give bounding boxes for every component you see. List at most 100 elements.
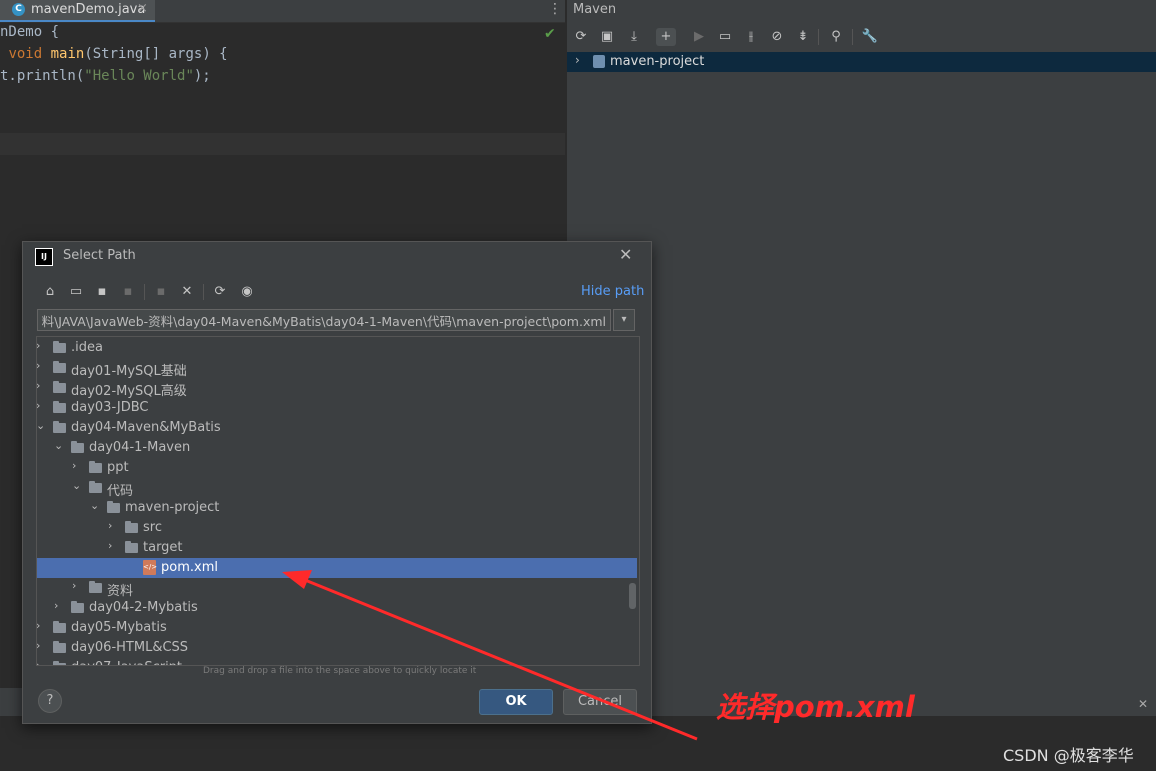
chevron-right-icon[interactable]: ›	[37, 339, 40, 352]
maven-project-label: maven-project	[610, 54, 705, 69]
tree-item-label: day04-1-Maven	[89, 440, 191, 455]
tree-item[interactable]: › ppt	[37, 458, 637, 478]
run-icon[interactable]: ▶	[689, 28, 709, 46]
code-line-2: void main(String[] args) {	[0, 46, 227, 62]
tree-item-label: pom.xml	[161, 560, 218, 575]
code-text: );	[193, 68, 211, 84]
tree-item-label: day06-HTML&CSS	[71, 640, 189, 655]
desktop-icon[interactable]: ▭	[66, 283, 86, 301]
chevron-right-icon[interactable]: ›	[108, 519, 112, 532]
path-field[interactable]	[37, 309, 611, 331]
tree-item[interactable]: › day02-MySQL高级	[37, 378, 637, 399]
current-line-highlight	[0, 133, 565, 155]
chevron-right-icon[interactable]: ›	[37, 639, 40, 652]
tree-item-label: .idea	[71, 340, 103, 355]
tree-item-label: day03-JDBC	[71, 400, 149, 415]
tree-item-label: day07-JavaScript	[71, 660, 182, 665]
analyze-dependencies-icon[interactable]: ⚲	[826, 28, 846, 46]
tree-item[interactable]: › day03-JDBC	[37, 398, 637, 418]
module-folder-icon[interactable]: ▪	[118, 283, 138, 301]
file-tree[interactable]: › .idea › day01-MySQL基础 › day02-MySQL高级 › day03…	[36, 336, 640, 666]
chevron-right-icon[interactable]: ›	[575, 53, 580, 67]
tree-item[interactable]: ⌄ maven-project	[37, 498, 637, 518]
download-icon[interactable]: ⤓	[624, 28, 644, 46]
chevron-right-icon[interactable]: ›	[37, 379, 40, 392]
tree-item[interactable]: › day05-Mybatis	[37, 618, 637, 638]
tree-item[interactable]: › day06-HTML&CSS	[37, 638, 637, 658]
maven-module-icon	[593, 55, 605, 68]
toolbar-separator	[144, 284, 145, 300]
tree-item-label: day04-2-Mybatis	[89, 600, 198, 615]
show-hidden-files-icon[interactable]: ◉	[237, 283, 257, 301]
folder-icon	[53, 621, 66, 633]
chevron-right-icon[interactable]: ›	[37, 399, 40, 412]
toolbar-separator	[818, 29, 819, 45]
chevron-right-icon[interactable]: ›	[108, 539, 112, 552]
folder-icon	[53, 661, 66, 665]
chevron-right-icon[interactable]: ›	[37, 359, 40, 372]
folder-icon	[53, 421, 66, 433]
folder-icon	[89, 481, 102, 493]
hide-path-link[interactable]: Hide path	[581, 284, 644, 299]
tree-item-pom-xml[interactable]: </> pom.xml	[37, 558, 637, 578]
refresh-icon[interactable]: ⟳	[210, 283, 230, 301]
tree-item[interactable]: › src	[37, 518, 637, 538]
chevron-down-icon[interactable]: ⌄	[90, 499, 99, 512]
close-icon[interactable]: ✕	[1138, 697, 1148, 711]
folder-icon	[53, 341, 66, 353]
tree-item[interactable]: › 资料	[37, 578, 637, 599]
generate-sources-icon[interactable]: ▣	[597, 28, 617, 46]
new-folder-icon[interactable]: ▪	[151, 283, 171, 301]
tree-item-label: 资料	[107, 584, 134, 599]
tree-item[interactable]: › day07-JavaScript	[37, 658, 637, 665]
reload-icon[interactable]: ⟳	[571, 28, 591, 46]
tree-item[interactable]: › day04-2-Mybatis	[37, 598, 637, 618]
status-area	[0, 716, 1156, 771]
path-history-dropdown[interactable]: ▾	[613, 309, 635, 331]
chevron-right-icon[interactable]: ›	[37, 659, 40, 665]
path-input[interactable]	[38, 310, 610, 330]
skip-tests-icon[interactable]: ⊘	[767, 28, 787, 46]
tree-item-label: day01-MySQL基础	[71, 364, 187, 379]
close-dialog-icon[interactable]: ✕	[619, 245, 632, 264]
code-keyword: void	[8, 46, 43, 62]
tree-item[interactable]: › day01-MySQL基础	[37, 358, 637, 379]
chevron-right-icon[interactable]: ›	[54, 599, 58, 612]
home-icon[interactable]: ⌂	[40, 283, 60, 301]
tree-item[interactable]: ⌄ day04-1-Maven	[37, 438, 637, 458]
chevron-right-icon[interactable]: ›	[72, 579, 76, 592]
close-icon[interactable]: ×	[137, 1, 148, 16]
code-text: nDemo {	[0, 24, 60, 40]
maven-project-node[interactable]: › maven-project	[567, 52, 1156, 72]
help-button[interactable]: ?	[38, 689, 62, 713]
code-text: t.println(	[0, 68, 85, 84]
tree-item[interactable]: ⌄ 代码	[37, 478, 637, 499]
tab-mavendemo-java[interactable]: C mavenDemo.java ×	[0, 0, 155, 22]
chevron-right-icon[interactable]: ›	[37, 619, 40, 632]
ok-button[interactable]: OK	[479, 689, 553, 715]
tree-item-label: ppt	[107, 460, 129, 475]
tree-item[interactable]: ⌄ day04-Maven&MyBatis	[37, 418, 637, 438]
inspection-ok-icon[interactable]: ✔	[544, 26, 556, 42]
chevron-down-icon[interactable]: ⌄	[54, 439, 63, 452]
dialog-title: Select Path	[63, 248, 136, 263]
more-options-icon[interactable]: ⋮	[548, 1, 562, 17]
editor-tab-bar: C mavenDemo.java × ⋮	[0, 0, 565, 23]
tree-item[interactable]: › target	[37, 538, 637, 558]
folder-icon	[125, 541, 138, 553]
xml-file-icon: </>	[143, 560, 157, 575]
chevron-down-icon[interactable]: ⌄	[72, 479, 81, 492]
tree-item[interactable]: › .idea	[37, 338, 637, 358]
project-folder-icon[interactable]: ▪	[92, 283, 112, 301]
cancel-button[interactable]: Cancel	[563, 689, 637, 715]
toggle-offline-icon[interactable]: ⫲	[741, 28, 761, 46]
chevron-down-icon[interactable]: ⌄	[37, 419, 45, 432]
add-maven-project-button[interactable]: +	[656, 28, 676, 46]
folder-icon	[89, 581, 102, 593]
settings-wrench-icon[interactable]: 🔧	[860, 28, 880, 46]
toolbar-separator	[203, 284, 204, 300]
collapse-all-icon[interactable]: ⇟	[793, 28, 813, 46]
delete-icon[interactable]: ✕	[177, 283, 197, 301]
chevron-right-icon[interactable]: ›	[72, 459, 76, 472]
execute-goal-icon[interactable]: ▭	[715, 28, 735, 46]
